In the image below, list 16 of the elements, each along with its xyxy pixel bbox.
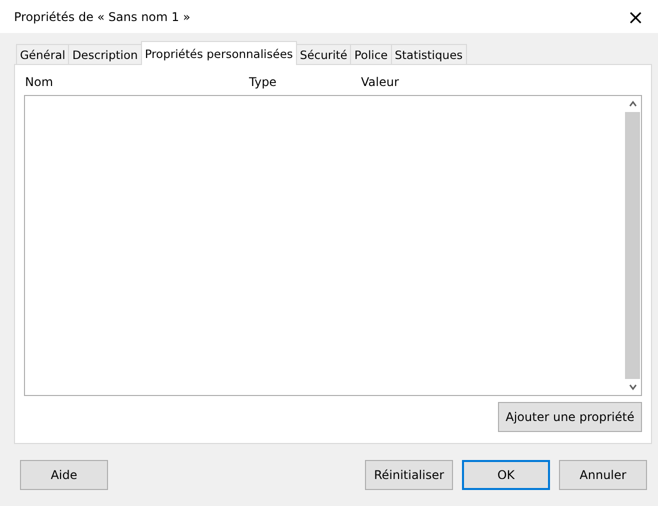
- column-header: Nom: [25, 75, 54, 91]
- dialog-button[interactable]: Réinitialiser: [365, 460, 453, 490]
- tab[interactable]: Statistiques: [390, 44, 467, 64]
- window-title: Propriétés de « Sans nom 1 »: [14, 10, 190, 24]
- tab[interactable]: Général: [16, 44, 70, 64]
- tab[interactable]: Description: [68, 44, 142, 64]
- column-header: Valeur: [361, 75, 400, 91]
- column-header: Type: [249, 75, 278, 91]
- close-button[interactable]: ×: [623, 6, 648, 26]
- add-property-button[interactable]: Ajouter une propriété: [498, 402, 642, 432]
- help-button[interactable]: Aide: [20, 460, 108, 490]
- scroll-up-icon[interactable]: [628, 99, 638, 109]
- tab[interactable]: Propriétés personnalisées: [140, 41, 297, 65]
- dialog-button[interactable]: Annuler: [559, 460, 647, 490]
- dialog-button[interactable]: OK: [462, 460, 550, 490]
- scroll-down-icon[interactable]: [628, 382, 638, 392]
